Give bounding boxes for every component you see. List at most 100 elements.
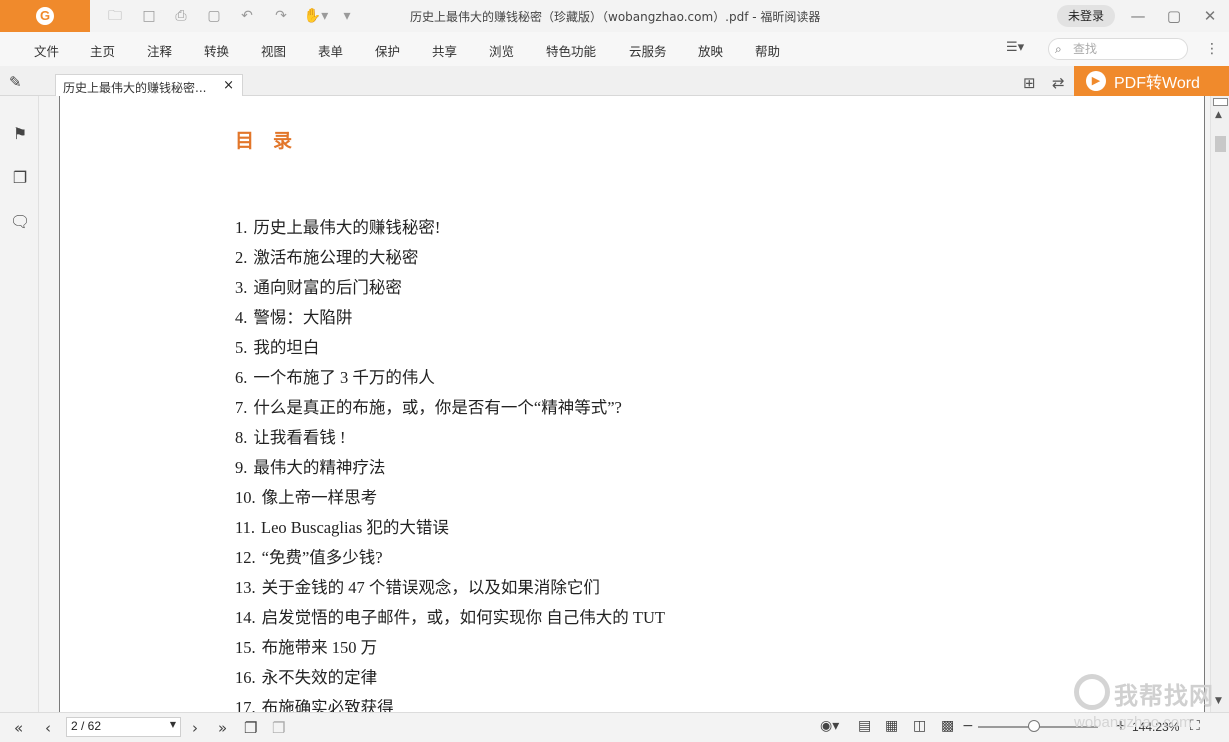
toc-item-number: 15. xyxy=(235,638,256,657)
menu-cloud[interactable]: 云服务 xyxy=(629,41,667,60)
zoom-value[interactable]: 144.23% xyxy=(1132,720,1179,734)
menu-view[interactable]: 视图 xyxy=(261,41,286,60)
menu-browse[interactable]: 浏览 xyxy=(489,41,514,60)
previous-page-icon[interactable]: ‹ xyxy=(45,719,51,737)
document-tab[interactable]: 历史上最伟大的赚钱秘密... × xyxy=(55,74,243,97)
menu-comment[interactable]: 注释 xyxy=(147,41,172,60)
menu-share[interactable]: 共享 xyxy=(432,41,457,60)
next-page-icon[interactable]: › xyxy=(192,719,198,737)
last-page-icon[interactable]: » xyxy=(218,719,227,737)
search-input[interactable] xyxy=(1073,41,1181,57)
toc-item[interactable]: 14. 启发觉悟的电子邮件，或，如何实现你 自己伟大的 TUT xyxy=(235,603,665,633)
single-page-icon[interactable]: ▤ xyxy=(858,718,871,734)
redo-icon[interactable]: ↷ xyxy=(270,6,292,26)
toc-item-number: 14. xyxy=(235,608,256,627)
toc-item[interactable]: 6. 一个布施了 3 千万的伟人 xyxy=(235,363,665,393)
scroll-up-icon[interactable]: ▲ xyxy=(1215,110,1222,120)
reading-mode-icon[interactable]: ◉▾ xyxy=(820,718,839,734)
toc-item-number: 7. xyxy=(235,398,248,417)
pdf-to-word-button[interactable]: ▶ PDF转Word xyxy=(1074,66,1229,96)
zoom-out-icon[interactable]: − xyxy=(962,718,974,734)
page-dropdown-icon[interactable]: ▼ xyxy=(170,720,176,729)
grid-view-icon[interactable]: ⊞ xyxy=(1023,74,1036,92)
toc-item-text: 激活布施公理的大秘密 xyxy=(253,248,419,267)
menu-file[interactable]: 文件 xyxy=(34,41,59,60)
pdf-page: 目 录 1. 历史上最伟大的赚钱秘密! 2. 激活布施公理的大秘密 3. 通向财富的后门秘… xyxy=(59,96,1205,712)
menu-protect[interactable]: 保护 xyxy=(375,41,400,60)
page-number-value: 2 / 62 xyxy=(71,719,102,733)
toc-item-text: 历史上最伟大的赚钱秘密! xyxy=(253,218,441,237)
zoom-in-icon[interactable]: + xyxy=(1115,718,1127,734)
toc-item[interactable]: 17. 布施确实必致获得 xyxy=(235,693,665,712)
customize-toolbar-icon[interactable]: ▾ xyxy=(336,6,358,26)
facing-page-icon[interactable]: ◫ xyxy=(913,718,926,734)
menu-home[interactable]: 主页 xyxy=(90,41,115,60)
toc-item-text: 关于金钱的 47 个错误观念，以及如果消除它们 xyxy=(261,578,600,597)
toc-item-number: 8. xyxy=(235,428,248,447)
toc-item-text: Leo Buscaglias 犯的大错误 xyxy=(261,518,449,537)
toc-item[interactable]: 11. Leo Buscaglias 犯的大错误 xyxy=(235,513,665,543)
toc-item-text: 通向财富的后门秘密 xyxy=(253,278,402,297)
toc-item-number: 9. xyxy=(235,458,248,477)
app-logo[interactable]: G xyxy=(0,0,90,32)
toc-item[interactable]: 3. 通向财富的后门秘密 xyxy=(235,273,665,303)
new-doc-icon[interactable]: ▢ xyxy=(203,6,225,26)
menu-slideshow[interactable]: 放映 xyxy=(698,41,723,60)
toc-item[interactable]: 10. 像上帝一样思考 xyxy=(235,483,665,513)
toc-item-text: 什么是真正的布施，或，你是否有一个“精神等式”? xyxy=(253,398,622,417)
toc-item-number: 12. xyxy=(235,548,256,567)
close-window-icon[interactable]: ✕ xyxy=(1198,4,1222,28)
save-icon[interactable]: □ xyxy=(138,6,160,26)
search-icon: ⌕ xyxy=(1055,42,1062,56)
toc-item-text: 一个布施了 3 千万的伟人 xyxy=(253,368,435,387)
toc-item-number: 11. xyxy=(235,518,256,537)
toc-item[interactable]: 5. 我的坦白 xyxy=(235,333,665,363)
toc-item[interactable]: 13. 关于金钱的 47 个错误观念，以及如果消除它们 xyxy=(235,573,665,603)
toc-item[interactable]: 4. 警惕：大陷阱 xyxy=(235,303,665,333)
toc-item[interactable]: 9. 最伟大的精神疗法 xyxy=(235,453,665,483)
scroll-thumb[interactable] xyxy=(1215,136,1226,152)
toc-item-text: 布施确实必致获得 xyxy=(261,698,394,712)
menu-help[interactable]: 帮助 xyxy=(755,41,780,60)
menu-features[interactable]: 特色功能 xyxy=(546,41,596,60)
toc-item-text: 像上帝一样思考 xyxy=(261,488,378,507)
vertical-scrollbar[interactable]: ▲ ▼ xyxy=(1210,96,1229,712)
edit-icon[interactable]: ✎ xyxy=(9,73,22,91)
find-options-icon[interactable]: ☰▾ xyxy=(1006,40,1024,55)
toc-item[interactable]: 12. “免费”值多少钱? xyxy=(235,543,665,573)
scroll-down-icon[interactable]: ▼ xyxy=(1215,696,1222,706)
previous-view-icon[interactable]: ❐ xyxy=(244,719,257,737)
fullscreen-icon[interactable]: ⛶ xyxy=(1190,718,1200,734)
hand-tool-icon[interactable]: ✋▾ xyxy=(303,6,329,26)
maximize-icon[interactable]: ▢ xyxy=(1162,4,1186,28)
search-box[interactable]: ⌕ xyxy=(1048,38,1188,60)
pages-icon[interactable]: ❐ xyxy=(10,168,30,188)
more-options-icon[interactable]: ⋮ xyxy=(1205,41,1219,57)
window-title: 历史上最伟大的赚钱秘密（珍藏版）（wobangzhao.com）.pdf - 福… xyxy=(410,10,821,24)
minimize-icon[interactable]: — xyxy=(1126,4,1150,28)
close-tab-icon[interactable]: × xyxy=(223,78,234,93)
toc-item[interactable]: 2. 激活布施公理的大秘密 xyxy=(235,243,665,273)
comments-icon[interactable]: 🗨 xyxy=(10,212,30,232)
bookmark-icon[interactable]: ⚑ xyxy=(10,124,30,144)
toc-item[interactable]: 8. 让我看看钱 ! xyxy=(235,423,665,453)
toc-item[interactable]: 15. 布施带来 150 万 xyxy=(235,633,665,663)
undo-icon[interactable]: ↶ xyxy=(236,6,258,26)
menu-form[interactable]: 表单 xyxy=(318,41,343,60)
toc-item-number: 16. xyxy=(235,668,256,687)
toc-item[interactable]: 7. 什么是真正的布施，或，你是否有一个“精神等式”? xyxy=(235,393,665,423)
reflow-icon[interactable]: ⇄ xyxy=(1052,74,1065,92)
open-file-icon[interactable]: 🗀 xyxy=(104,6,126,26)
first-page-icon[interactable]: « xyxy=(14,719,23,737)
pdf-to-word-label: PDF转Word xyxy=(1114,75,1200,92)
continuous-facing-icon[interactable]: ▩ xyxy=(941,718,954,734)
print-icon[interactable]: ⎙ xyxy=(170,6,192,26)
menu-convert[interactable]: 转换 xyxy=(204,41,229,60)
toc-item[interactable]: 1. 历史上最伟大的赚钱秘密! xyxy=(235,213,665,243)
toc-item-text: 启发觉悟的电子邮件，或，如何实现你 自己伟大的 TUT xyxy=(261,608,665,627)
login-button[interactable]: 未登录 xyxy=(1057,5,1115,27)
continuous-page-icon[interactable]: ▦ xyxy=(885,718,898,734)
page-number-field[interactable]: 2 / 62 ▼ xyxy=(66,717,181,737)
next-view-icon[interactable]: ❐ xyxy=(272,719,285,737)
toc-item[interactable]: 16. 永不失效的定律 xyxy=(235,663,665,693)
